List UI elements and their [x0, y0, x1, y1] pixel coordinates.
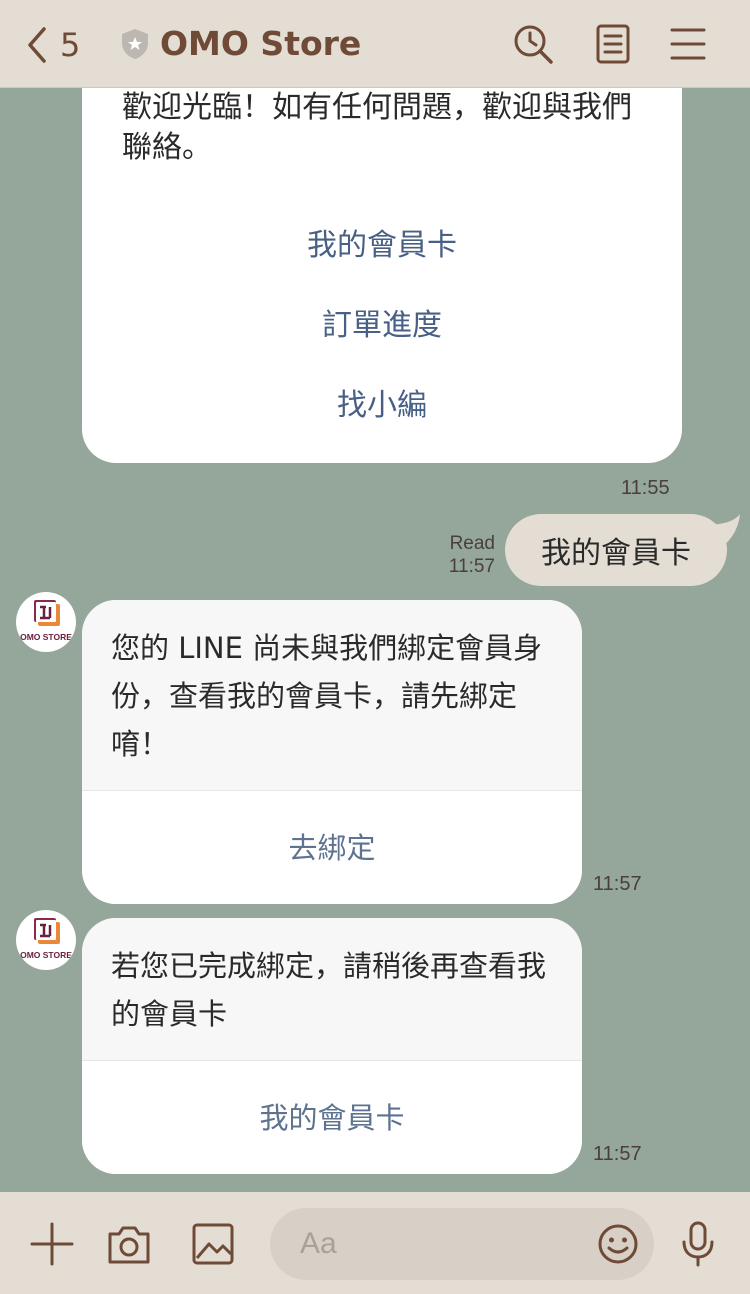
bot-message-card: 若您已完成綁定，請稍後再查看我的會員卡 我的會員卡: [82, 918, 582, 1174]
user-message-text: 我的會員卡: [541, 536, 691, 571]
welcome-card: 歡迎光臨！如有任何問題，歡迎與我們聯絡。 我的會員卡 訂單進度 找小編: [82, 88, 682, 463]
chat-header: 5 OMO Store: [0, 0, 750, 88]
bind-account-button[interactable]: 去綁定: [82, 790, 582, 904]
menu-icon[interactable]: [666, 22, 710, 66]
welcome-text: 歡迎光臨！如有任何問題，歡迎與我們聯絡。: [122, 90, 632, 165]
unread-count: 5: [60, 26, 81, 64]
chat-title[interactable]: OMO Store: [160, 24, 361, 63]
quick-reply-order-status[interactable]: 訂單進度: [82, 300, 682, 344]
back-button[interactable]: 5: [22, 22, 122, 68]
quick-reply-contact-staff[interactable]: 找小編: [82, 380, 682, 424]
message-timestamp: 11:57: [593, 873, 642, 895]
read-label: Read: [449, 533, 495, 554]
camera-icon[interactable]: [105, 1220, 153, 1268]
verified-shield-icon: [122, 29, 148, 59]
svg-text:OMO STORE: OMO STORE: [20, 632, 72, 642]
message-input-box[interactable]: [270, 1208, 654, 1280]
omo-store-logo: OMO STORE: [20, 600, 72, 642]
chat-area[interactable]: 歡迎光臨！如有任何問題，歡迎與我們聯絡。 我的會員卡 訂單進度 找小編 11:5…: [0, 88, 750, 1192]
chevron-left-icon: [28, 27, 46, 63]
bot-avatar[interactable]: OMO STORE: [16, 592, 76, 652]
read-receipt: Read 11:57: [435, 532, 495, 578]
bot-avatar[interactable]: OMO STORE: [16, 910, 76, 970]
message-timestamp: 11:57: [593, 1143, 642, 1165]
notes-icon[interactable]: [591, 22, 635, 66]
message-input[interactable]: [300, 1220, 580, 1268]
bot-message-text: 您的 LINE 尚未與我們綁定會員身份，查看我的會員卡，請先綁定唷！: [82, 600, 582, 790]
emoji-icon[interactable]: [596, 1222, 640, 1266]
member-card-button[interactable]: 我的會員卡: [82, 1060, 582, 1174]
search-clock-icon[interactable]: [511, 22, 555, 66]
image-icon[interactable]: [189, 1220, 237, 1268]
input-toolbar: [0, 1192, 750, 1294]
read-time: 11:57: [448, 556, 495, 577]
omo-store-logo: OMO STORE: [20, 918, 72, 960]
svg-text:OMO STORE: OMO STORE: [20, 950, 72, 960]
microphone-icon[interactable]: [674, 1220, 722, 1268]
bot-message-card: 您的 LINE 尚未與我們綁定會員身份，查看我的會員卡，請先綁定唷！ 去綁定: [82, 600, 582, 904]
bot-message-text: 若您已完成綁定，請稍後再查看我的會員卡: [82, 918, 582, 1060]
message-timestamp: 11:55: [621, 477, 670, 499]
plus-icon[interactable]: [28, 1220, 76, 1268]
user-message-bubble[interactable]: 我的會員卡: [505, 514, 727, 586]
quick-reply-member-card[interactable]: 我的會員卡: [82, 220, 682, 264]
